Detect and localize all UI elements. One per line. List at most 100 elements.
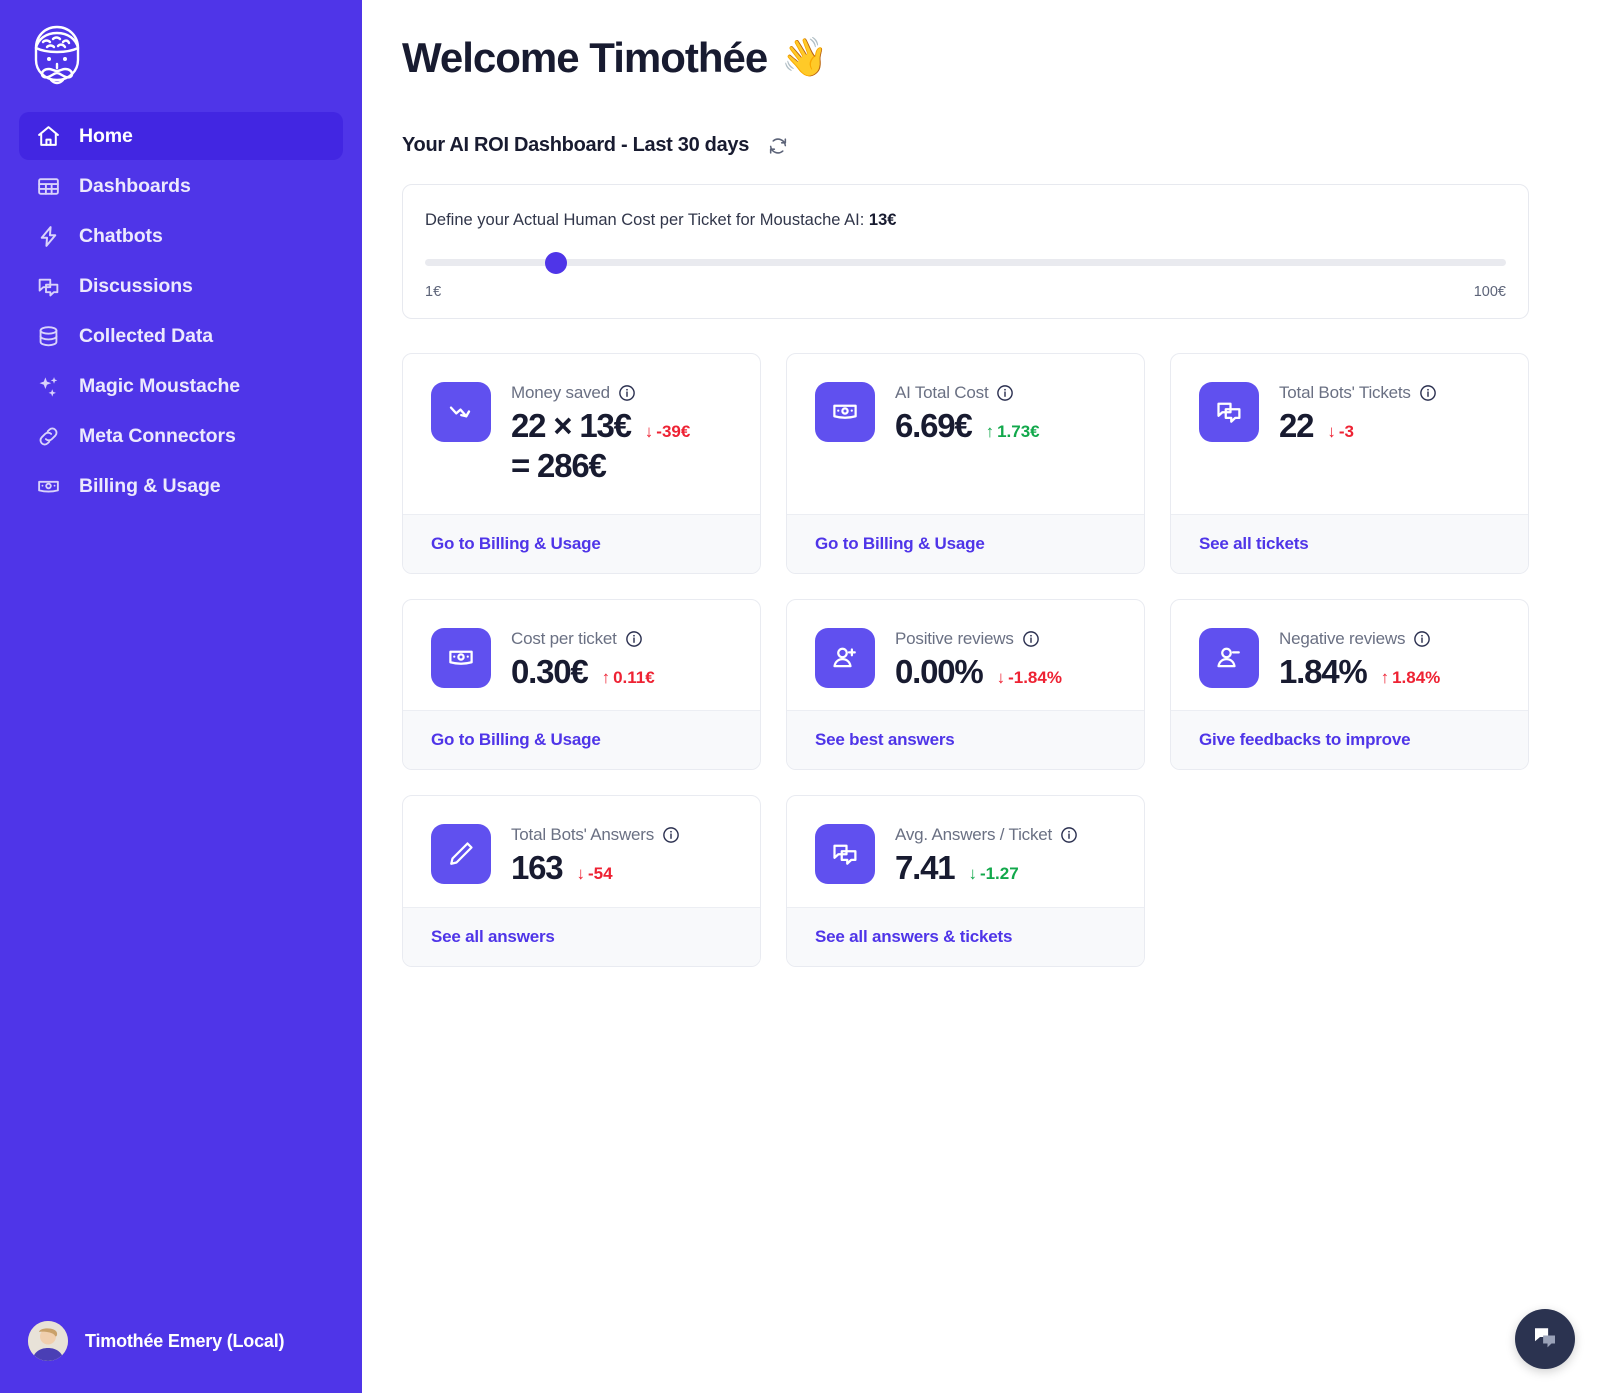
metric-label: Negative reviews xyxy=(1279,629,1405,649)
slider-thumb[interactable] xyxy=(545,252,567,274)
metric-value: 22 × 13€= 286€ xyxy=(511,406,631,487)
metric-card-link[interactable]: See best answers xyxy=(815,730,955,749)
metric-card-text: Positive reviews 0.00%↓-1.84% xyxy=(895,628,1062,692)
metric-card-link[interactable]: Go to Billing & Usage xyxy=(431,534,601,553)
metric-label-row: Positive reviews xyxy=(895,629,1062,649)
metric-delta: ↓-1.27 xyxy=(968,864,1018,884)
metric-card-negative-reviews: Negative reviews 1.84%↑1.84% Give feedback… xyxy=(1170,599,1529,770)
chat-support-button[interactable] xyxy=(1515,1309,1575,1369)
metric-card-avg-answers-per-ticket: Avg. Answers / Ticket 7.41 ↓-1.27 See all a… xyxy=(786,795,1145,966)
metric-card-link[interactable]: See all tickets xyxy=(1199,534,1308,553)
metric-value: 163 xyxy=(511,848,562,888)
metric-card-text: Cost per ticket 0.30€ ↑0.11€ xyxy=(511,628,655,692)
sidebar-user-profile[interactable]: Timothée Emery (Local) xyxy=(0,1321,362,1393)
metric-card-link[interactable]: Give feedbacks to improve xyxy=(1199,730,1410,749)
sidebar-item-meta-connectors[interactable]: Meta Connectors xyxy=(19,412,343,460)
delta-value: -1.27 xyxy=(980,864,1019,884)
metric-card-footer: See all answers & tickets xyxy=(787,907,1144,966)
metric-card-footer: Give feedbacks to improve xyxy=(1171,710,1528,769)
cost-slider-label-prefix: Define your Actual Human Cost per Ticket… xyxy=(425,211,864,229)
metric-card-body: Positive reviews 0.00%↓-1.84% xyxy=(787,600,1144,710)
metric-label: Total Bots' Tickets xyxy=(1279,383,1411,403)
sidebar-item-chatbots[interactable]: Chatbots xyxy=(19,212,343,260)
info-icon[interactable] xyxy=(1413,630,1431,648)
refresh-icon[interactable] xyxy=(767,135,789,157)
slider-track[interactable] xyxy=(425,259,1506,266)
metric-card-money-saved: Money saved 22 × 13€= 286€ ↓-39€ Go to Bill… xyxy=(402,353,761,574)
metric-card-text: Avg. Answers / Ticket 7.41 ↓-1.27 xyxy=(895,824,1078,888)
moustache-ai-logo[interactable] xyxy=(0,0,362,112)
banknote-icon xyxy=(431,628,491,688)
info-icon[interactable] xyxy=(625,630,643,648)
metric-label-row: Total Bots' Tickets xyxy=(1279,383,1437,403)
metric-label: Total Bots' Answers xyxy=(511,825,654,845)
metric-delta: ↑0.11€ xyxy=(602,668,655,688)
metric-value-row: 1.84%↑1.84% xyxy=(1279,652,1440,692)
banknote-icon xyxy=(35,473,61,499)
metric-value: 7.41 xyxy=(895,848,954,888)
delta-arrow-icon: ↑ xyxy=(1381,668,1390,688)
info-icon[interactable] xyxy=(1022,630,1040,648)
metric-label: Avg. Answers / Ticket xyxy=(895,825,1052,845)
metric-card-body: Total Bots' Tickets22↓-3 xyxy=(1171,354,1528,514)
info-icon[interactable] xyxy=(1419,384,1437,402)
sidebar-item-dashboards[interactable]: Dashboards xyxy=(19,162,343,210)
banknote-icon xyxy=(815,382,875,442)
metric-label: Positive reviews xyxy=(895,629,1014,649)
table-icon xyxy=(35,173,61,199)
user-minus-icon xyxy=(1199,628,1259,688)
delta-arrow-icon: ↓ xyxy=(576,864,585,884)
chat-bubbles-icon xyxy=(815,824,875,884)
metric-card-link[interactable]: See all answers xyxy=(431,927,555,946)
metric-value: 0.30€ xyxy=(511,652,588,692)
sidebar-item-label: Meta Connectors xyxy=(79,425,236,448)
app-root: Home Dashboards Chatbots Discussions xyxy=(0,0,1599,1393)
cost-slider-value-label: 13€ xyxy=(869,211,897,229)
metric-card-footer: Go to Billing & Usage xyxy=(403,710,760,769)
info-icon[interactable] xyxy=(662,826,680,844)
metric-card-link[interactable]: Go to Billing & Usage xyxy=(431,730,601,749)
chat-support-icon xyxy=(1530,1322,1560,1357)
metric-card-link[interactable]: See all answers & tickets xyxy=(815,927,1012,946)
metric-card-link[interactable]: Go to Billing & Usage xyxy=(815,534,985,553)
metric-delta: ↑1.84% xyxy=(1381,668,1441,688)
sidebar-item-label: Home xyxy=(79,125,133,148)
dashboard-subtitle-row: Your AI ROI Dashboard - Last 30 days xyxy=(402,134,1529,157)
avatar xyxy=(28,1321,68,1361)
page-title-text: Welcome Timothée xyxy=(402,34,767,82)
info-icon[interactable] xyxy=(618,384,636,402)
metric-label-row: Money saved xyxy=(511,383,690,403)
sidebar-item-magic-moustache[interactable]: Magic Moustache xyxy=(19,362,343,410)
cost-slider-panel: Define your Actual Human Cost per Ticket… xyxy=(402,184,1529,319)
sidebar-item-collected-data[interactable]: Collected Data xyxy=(19,312,343,360)
delta-arrow-icon: ↑ xyxy=(986,422,995,442)
metric-label: Money saved xyxy=(511,383,610,403)
sidebar-item-home[interactable]: Home xyxy=(19,112,343,160)
metric-card-footer: See all tickets xyxy=(1171,514,1528,573)
delta-arrow-icon: ↑ xyxy=(602,668,611,688)
sidebar-item-billing-usage[interactable]: Billing & Usage xyxy=(19,462,343,510)
metric-card-footer: Go to Billing & Usage xyxy=(403,514,760,573)
metric-card-text: Total Bots' Tickets22↓-3 xyxy=(1279,382,1437,446)
cost-slider[interactable] xyxy=(425,254,1506,270)
metric-value-row: 0.00%↓-1.84% xyxy=(895,652,1062,692)
metric-card-body: Cost per ticket 0.30€ ↑0.11€ xyxy=(403,600,760,710)
sidebar-item-discussions[interactable]: Discussions xyxy=(19,262,343,310)
avatar-image xyxy=(28,1321,68,1361)
wave-emoji: 👋 xyxy=(781,36,827,80)
metric-label: Cost per ticket xyxy=(511,629,617,649)
sidebar-item-label: Magic Moustache xyxy=(79,375,240,398)
sparkles-icon xyxy=(35,373,61,399)
metric-value-row: 0.30€ ↑0.11€ xyxy=(511,652,655,692)
dashboard-subtitle: Your AI ROI Dashboard - Last 30 days xyxy=(402,134,749,157)
database-icon xyxy=(35,323,61,349)
metric-delta: ↓-39€ xyxy=(645,422,691,442)
metric-value: 6.69€ xyxy=(895,406,972,446)
metric-card-body: Total Bots' Answers163↓-54 xyxy=(403,796,760,906)
info-icon[interactable] xyxy=(996,384,1014,402)
chat-bubbles-icon xyxy=(1199,382,1259,442)
delta-value: -1.84% xyxy=(1008,668,1062,688)
metric-value-row: 22 × 13€= 286€ ↓-39€ xyxy=(511,406,690,487)
info-icon[interactable] xyxy=(1060,826,1078,844)
user-plus-icon xyxy=(815,628,875,688)
